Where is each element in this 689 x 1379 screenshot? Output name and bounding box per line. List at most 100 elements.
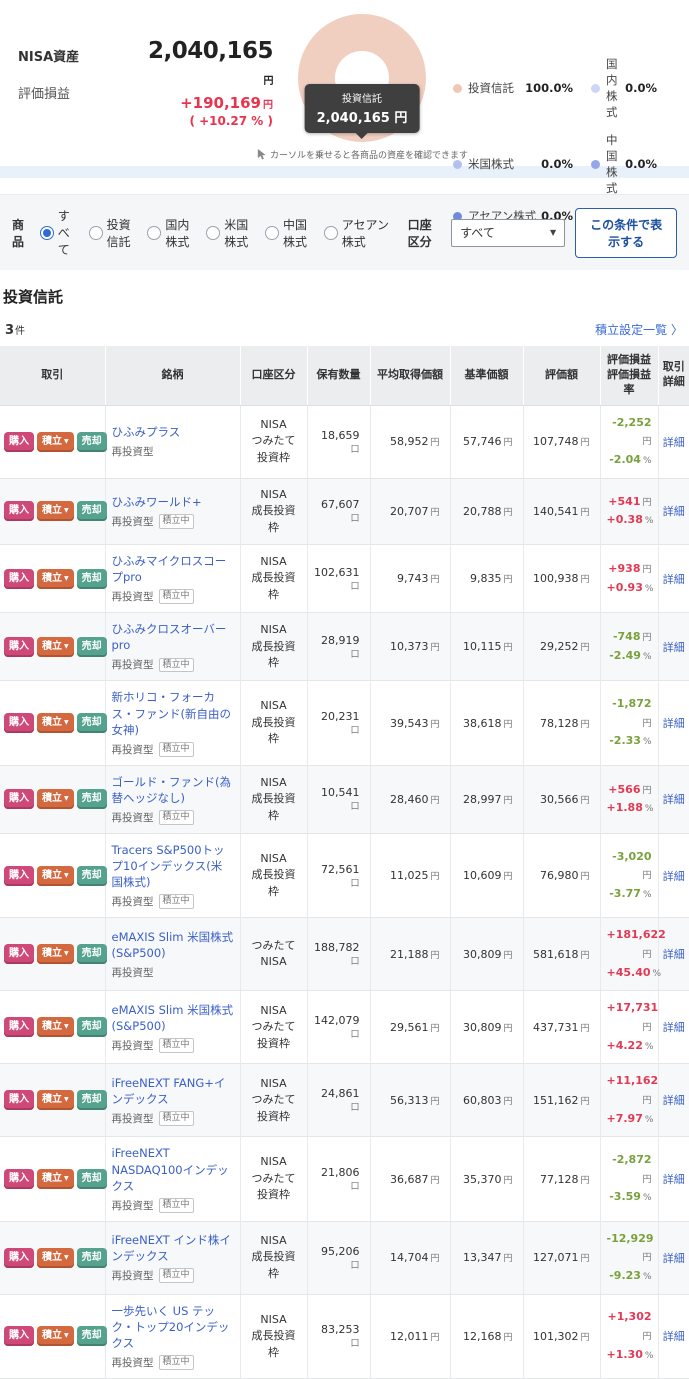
buy-button[interactable]: 購入 — [4, 713, 34, 734]
pl-cell: -2,252円 -2.04% — [599, 405, 658, 479]
buy-button[interactable]: 購入 — [4, 865, 34, 886]
tsumitate-button[interactable]: 積立 ▼ — [37, 1169, 74, 1190]
buy-button[interactable]: 購入 — [4, 501, 34, 522]
buy-button[interactable]: 購入 — [4, 636, 34, 657]
detail-link[interactable]: 詳細 — [663, 948, 685, 961]
unit-label: 円 — [580, 643, 590, 654]
sell-button[interactable]: 売却 — [76, 431, 107, 452]
tsumitate-button[interactable]: 積立 ▼ — [37, 636, 74, 657]
fund-name-link[interactable]: ひふみプラス — [112, 424, 234, 440]
number-cell: 14,704 円 — [369, 1221, 450, 1295]
buy-button[interactable]: 購入 — [4, 944, 34, 965]
detail-link[interactable]: 詳細 — [663, 870, 685, 883]
detail-link[interactable]: 詳細 — [663, 1021, 685, 1034]
sell-button[interactable]: 売却 — [76, 944, 107, 965]
detail-link[interactable]: 詳細 — [663, 717, 685, 730]
unit-label: 円 — [580, 507, 590, 518]
tsumitate-button[interactable]: 積立 ▼ — [37, 1247, 74, 1268]
radio-domestic[interactable]: 国内株式 — [147, 216, 196, 250]
radio-icon[interactable] — [88, 225, 103, 240]
unit-label: 円 — [430, 719, 440, 730]
radio-asean[interactable]: アセアン株式 — [323, 216, 390, 250]
radio-icon[interactable] — [147, 225, 162, 240]
fund-name-link[interactable]: eMAXIS Slim 米国株式(S&P500) — [112, 1002, 234, 1034]
tsumitate-settings-link[interactable]: 積立設定一覧 〉 — [595, 321, 683, 338]
detail-link[interactable]: 詳細 — [663, 1173, 685, 1186]
sell-button[interactable]: 売却 — [76, 1326, 107, 1347]
fund-name-link[interactable]: Tracers S&P500トップ10インデックス(米国株式) — [112, 842, 234, 890]
unit-label: 円 — [580, 1023, 590, 1034]
fund-name-link[interactable]: iFreeNEXT NASDAQ100インデックス — [112, 1145, 234, 1193]
buy-button[interactable]: 購入 — [4, 568, 34, 589]
col-value: 評価額 — [522, 346, 600, 406]
detail-link[interactable]: 詳細 — [663, 1252, 685, 1265]
detail-link[interactable]: 詳細 — [663, 436, 685, 449]
number-cell: 10,541口 — [306, 765, 370, 834]
fund-name-link[interactable]: ひふみマイクロスコープpro — [112, 553, 234, 585]
tsumitate-active-badge: 積立中 — [158, 741, 194, 757]
sell-button[interactable]: 売却 — [76, 713, 107, 734]
sell-button[interactable]: 売却 — [76, 501, 107, 522]
tsumitate-button[interactable]: 積立 ▼ — [37, 944, 74, 965]
buy-button[interactable]: 購入 — [4, 1247, 34, 1268]
col-nav: 基準価額 — [449, 346, 523, 406]
buy-button[interactable]: 購入 — [4, 1169, 34, 1190]
sell-button[interactable]: 売却 — [76, 1247, 107, 1268]
radio-icon[interactable] — [264, 225, 279, 240]
fund-name-link[interactable]: eMAXIS Slim 米国株式(S&P500) — [112, 929, 234, 961]
sell-button[interactable]: 売却 — [76, 636, 107, 657]
buy-button[interactable]: 購入 — [4, 1090, 34, 1111]
sell-button[interactable]: 売却 — [76, 865, 107, 886]
detail-cell: 詳細 — [657, 1294, 689, 1379]
unit-label: 口 — [350, 1260, 360, 1271]
detail-link[interactable]: 詳細 — [663, 573, 685, 586]
detail-link[interactable]: 詳細 — [663, 505, 685, 518]
fund-name-link[interactable]: ゴールド・ファンド(為替ヘッジなし) — [112, 774, 234, 806]
radio-icon[interactable] — [323, 225, 338, 240]
tsumitate-button[interactable]: 積立 ▼ — [37, 1326, 74, 1347]
detail-link[interactable]: 詳細 — [663, 1330, 685, 1343]
detail-link[interactable]: 詳細 — [663, 793, 685, 806]
fund-name-link[interactable]: 新ホリコ・フォーカス・ファンド(新自由の女神) — [112, 689, 234, 737]
buy-button[interactable]: 購入 — [4, 1017, 34, 1038]
fund-name-link[interactable]: 一歩先いく US テック・トップ20インデックス — [112, 1303, 234, 1351]
sell-button[interactable]: 売却 — [76, 1017, 107, 1038]
buy-button[interactable]: 購入 — [4, 789, 34, 810]
fund-name-link[interactable]: ひふみワールド+ — [112, 494, 234, 510]
radio-icon[interactable] — [39, 225, 54, 240]
tsumitate-button[interactable]: 積立 ▼ — [37, 713, 74, 734]
sell-button[interactable]: 売却 — [76, 568, 107, 589]
fund-name-link[interactable]: iFreeNEXT FANG+インデックス — [112, 1075, 234, 1107]
tsumitate-button[interactable]: 積立 ▼ — [37, 1017, 74, 1038]
tsumitate-button[interactable]: 積立 ▼ — [37, 1090, 74, 1111]
sell-button[interactable]: 売却 — [76, 789, 107, 810]
sell-button[interactable]: 売却 — [76, 1090, 107, 1111]
fund-name-link[interactable]: iFreeNEXT インド株インデックス — [112, 1232, 234, 1264]
fund-name-link[interactable]: ひふみクロスオーバーpro — [112, 621, 234, 653]
tsumitate-button[interactable]: 積立 ▼ — [37, 501, 74, 522]
tsumitate-button[interactable]: 積立 ▼ — [37, 789, 74, 810]
account-type-select[interactable]: すべて ▼ — [451, 218, 566, 247]
radio-icon[interactable] — [206, 225, 221, 240]
sell-button[interactable]: 売却 — [76, 1169, 107, 1190]
allocation-donut-chart[interactable]: 投資信託 2,040,165 円 カーソルを乗せると各商品の資産を確認できます — [257, 6, 468, 162]
tsumitate-button[interactable]: 積立 ▼ — [37, 568, 74, 589]
trade-buttons-cell: 購入 積立 ▼ 売却 — [0, 765, 107, 834]
unit-label: 口 — [350, 957, 360, 968]
buy-button[interactable]: 購入 — [4, 1326, 34, 1347]
fund-sub-line: 再投資型 積立中 — [112, 1197, 234, 1213]
apply-filter-button[interactable]: この条件で表示する — [575, 207, 677, 258]
buy-button[interactable]: 購入 — [4, 431, 34, 452]
tsumitate-button[interactable]: 積立 ▼ — [37, 431, 74, 452]
radio-china[interactable]: 中国株式 — [264, 216, 314, 250]
unit-label: 円 — [580, 1332, 590, 1343]
detail-link[interactable]: 詳細 — [663, 641, 685, 654]
fund-sub-line: 再投資型 積立中 — [112, 894, 234, 910]
radio-us[interactable]: 米国株式 — [206, 216, 255, 250]
radio-all[interactable]: すべて — [39, 207, 79, 258]
detail-link[interactable]: 詳細 — [663, 1094, 685, 1107]
tsumitate-button[interactable]: 積立 ▼ — [37, 865, 74, 886]
fund-name-cell: iFreeNEXT インド株インデックス 再投資型 積立中 — [104, 1221, 240, 1295]
number-cell: 83,253口 — [306, 1294, 370, 1379]
radio-toshin[interactable]: 投資信託 — [88, 216, 138, 250]
